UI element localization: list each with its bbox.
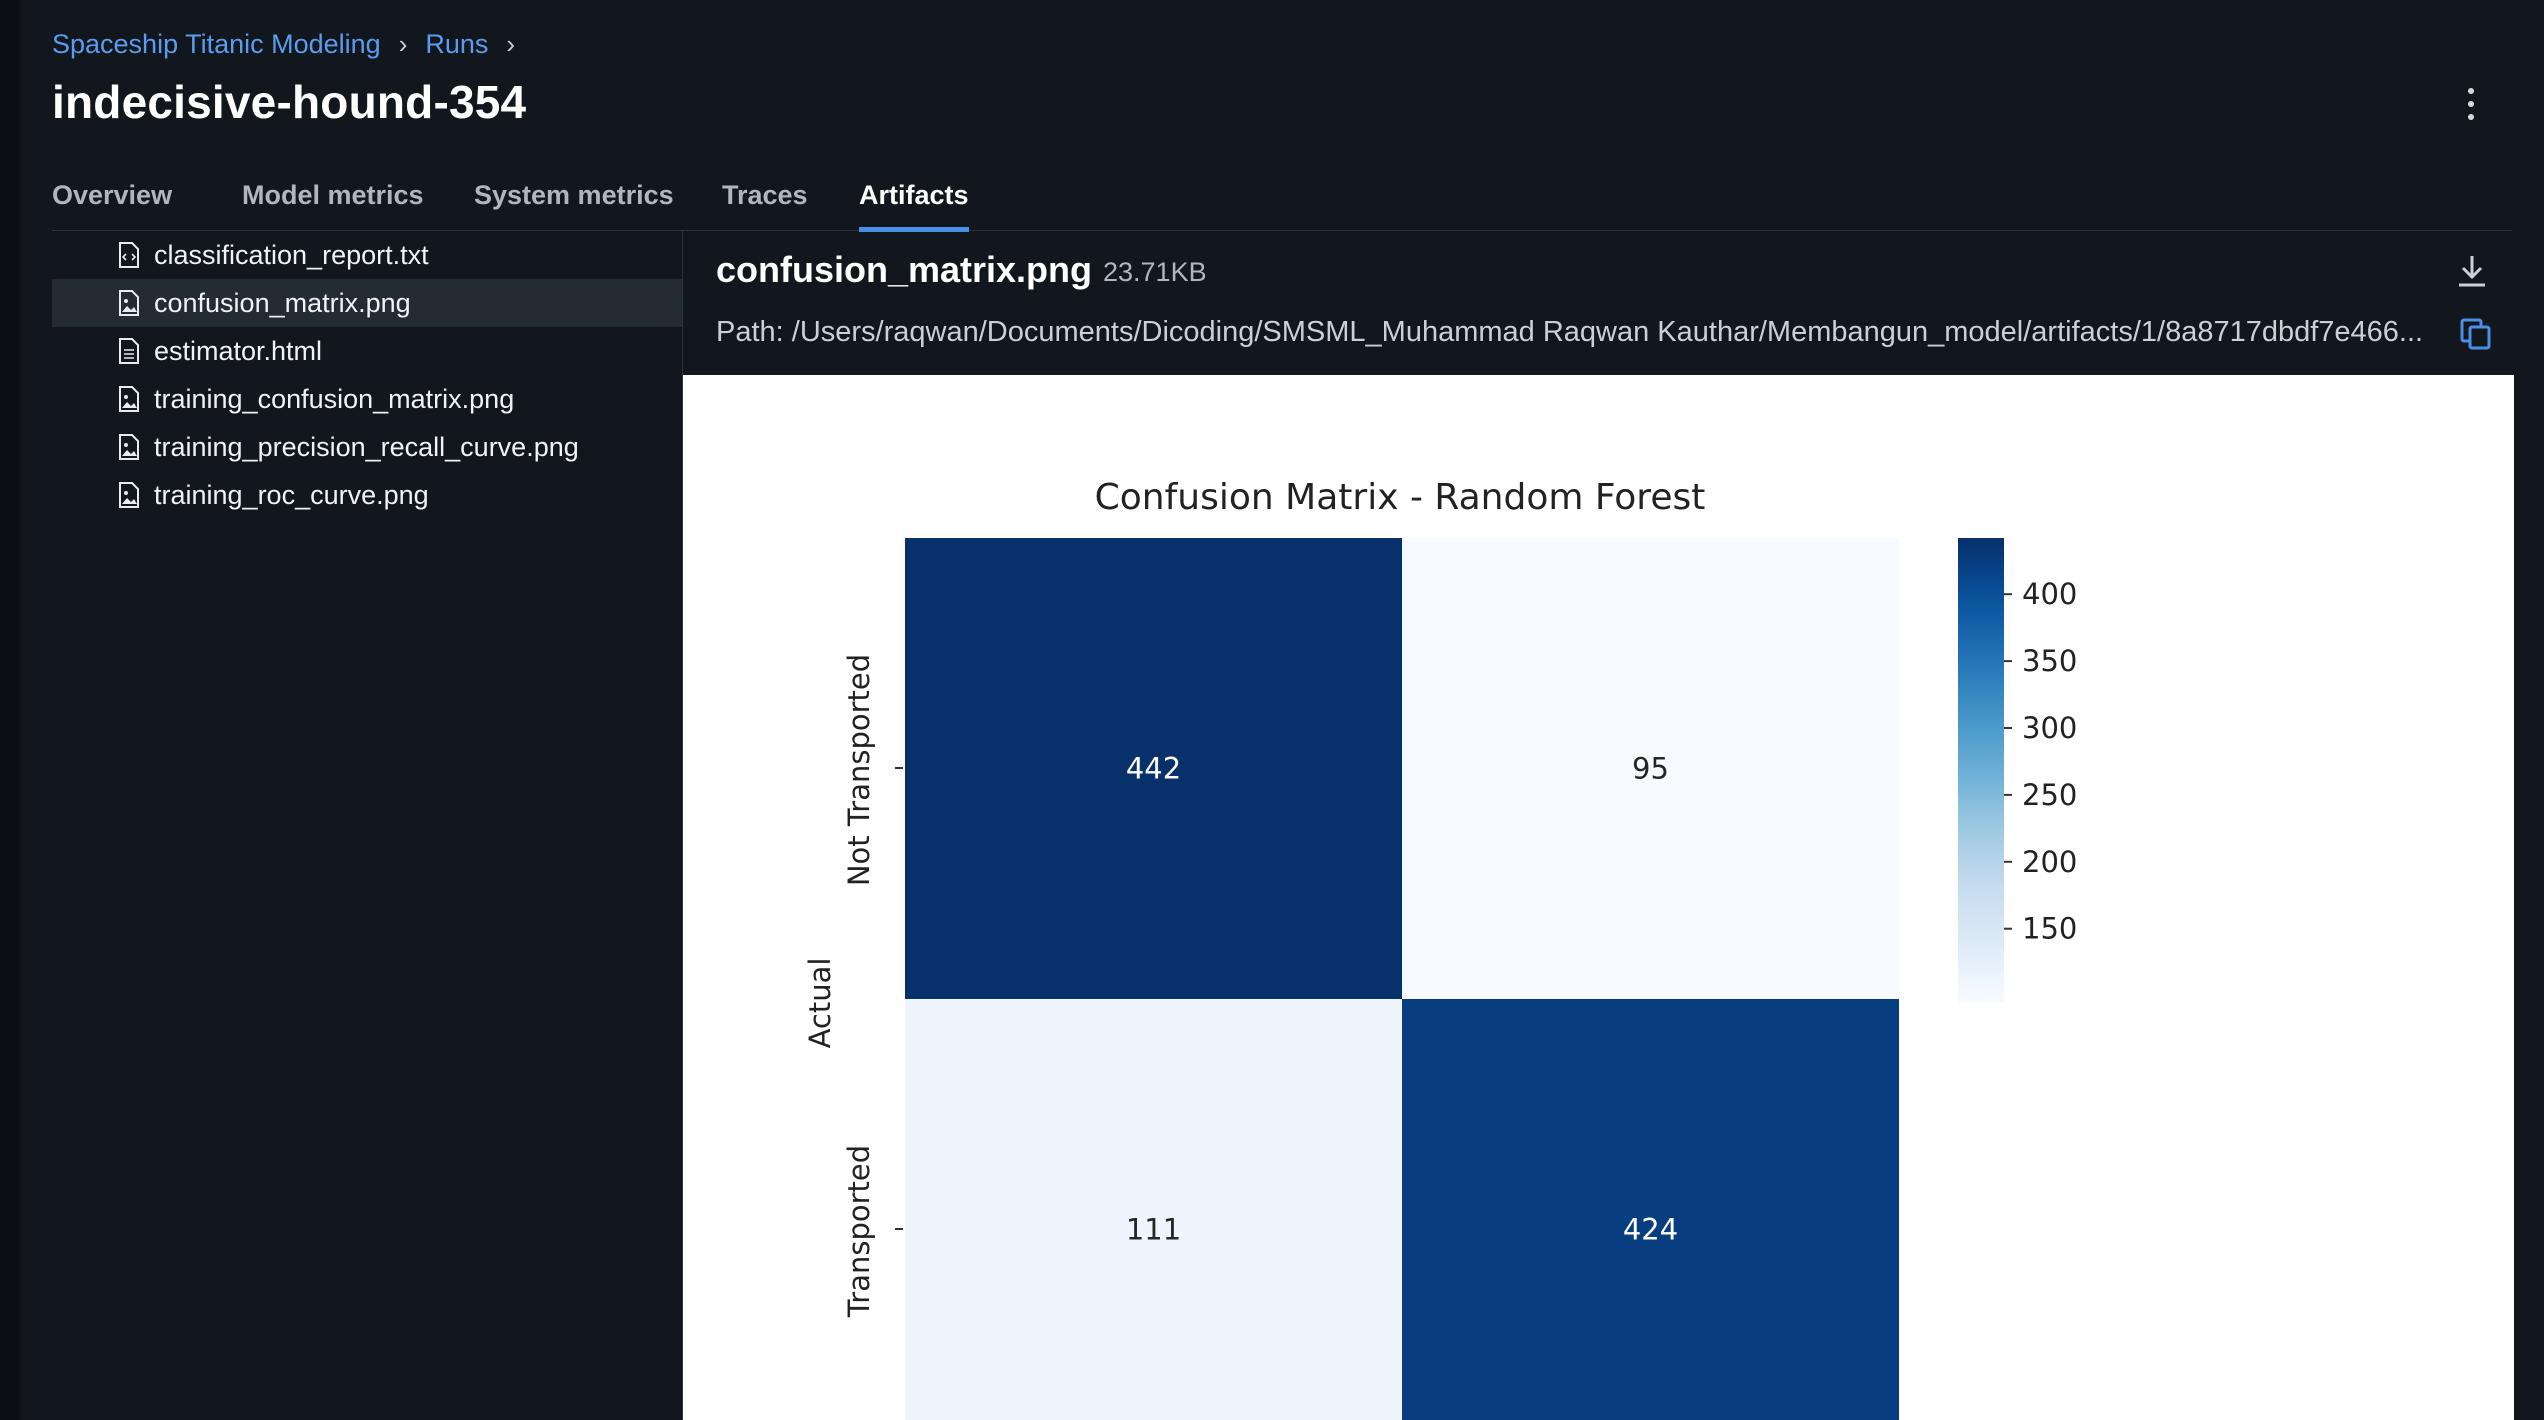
- copy-icon[interactable]: [2459, 317, 2493, 351]
- file-item-training-roc-curve[interactable]: training_roc_curve.png: [52, 471, 682, 519]
- artifact-file-name: confusion_matrix.png: [716, 249, 1093, 290]
- image-file-icon: [119, 482, 139, 508]
- download-icon[interactable]: [2455, 253, 2489, 289]
- file-name: estimator.html: [154, 335, 323, 366]
- breadcrumb-experiment-link[interactable]: Spaceship Titanic Modeling: [52, 29, 381, 60]
- file-item-confusion-matrix[interactable]: confusion_matrix.png: [52, 279, 682, 327]
- file-item-classification-report[interactable]: classification_report.txt: [52, 231, 682, 279]
- cell-value-label: 424: [1623, 1213, 1678, 1247]
- file-name: confusion_matrix.png: [154, 287, 411, 318]
- y-axis-label: Actual: [803, 958, 837, 1049]
- image-preview: Confusion Matrix - Random Forest Actual …: [683, 375, 2514, 1420]
- colorbar-tick-label: 400: [2022, 577, 2077, 611]
- tab-bar: Overview Model metrics System metrics Tr…: [52, 170, 2512, 232]
- file-item-training-confusion-matrix[interactable]: training_confusion_matrix.png: [52, 375, 682, 423]
- file-item-estimator[interactable]: estimator.html: [52, 327, 682, 375]
- heatmap-cell: [905, 999, 1402, 1420]
- file-name: training_roc_curve.png: [154, 479, 429, 510]
- app-window: Spaceship Titanic Modeling › Runs › inde…: [20, 0, 2544, 1420]
- cell-value-label: 442: [1126, 752, 1181, 786]
- tab-traces[interactable]: Traces: [722, 180, 808, 227]
- colorbar-tick-label: 150: [2022, 912, 2077, 946]
- file-name: training_precision_recall_curve.png: [154, 431, 579, 462]
- row-label-transported: Transported: [842, 1145, 876, 1318]
- confusion-matrix-chart: Confusion Matrix - Random Forest Actual …: [803, 477, 2077, 1420]
- colorbar-tick-label: 200: [2022, 845, 2077, 879]
- more-options-icon[interactable]: [2456, 84, 2486, 124]
- artifact-path: Path: /Users/raqwan/Documents/Dicoding/S…: [716, 316, 2424, 348]
- breadcrumb-runs-link[interactable]: Runs: [425, 29, 488, 60]
- chevron-right-icon: ›: [398, 28, 408, 59]
- colorbar-gradient: [1958, 538, 2004, 1003]
- colorbar: 400 350 300 250 200 150: [1958, 538, 2077, 1003]
- colorbar-tick-label: 300: [2022, 711, 2077, 745]
- colorbar-tick-label: 250: [2022, 778, 2077, 812]
- row-label-not-transported: Not Transported: [842, 654, 876, 886]
- tab-artifacts[interactable]: Artifacts: [859, 180, 969, 232]
- colorbar-tick-label: 350: [2022, 644, 2077, 678]
- heatmap-cells: 442 95 111 424: [905, 538, 1899, 1420]
- tab-system-metrics[interactable]: System metrics: [474, 180, 674, 227]
- artifact-file-size: 23.71KB: [1103, 257, 1207, 287]
- page-title: indecisive-hound-354: [52, 76, 527, 128]
- artifact-file-tree: classification_report.txt confusion_matr…: [52, 231, 683, 1420]
- file-name: classification_report.txt: [154, 239, 429, 270]
- tab-model-metrics[interactable]: Model metrics: [242, 180, 424, 227]
- image-file-icon: [119, 434, 139, 460]
- image-file-icon: [119, 386, 139, 412]
- cell-value-label: 111: [1126, 1213, 1181, 1247]
- cell-value-label: 95: [1632, 752, 1669, 786]
- file-name: training_confusion_matrix.png: [154, 383, 515, 414]
- breadcrumb: Spaceship Titanic Modeling › Runs ›: [52, 26, 533, 62]
- artifact-viewer: confusion_matrix.png 23.71KB Path: /User…: [683, 231, 2514, 1420]
- chart-title: Confusion Matrix - Random Forest: [1095, 477, 1706, 518]
- file-item-training-precision-recall-curve[interactable]: training_precision_recall_curve.png: [52, 423, 682, 471]
- heatmap-cell: [1402, 999, 1899, 1420]
- image-file-icon: [119, 290, 139, 316]
- tab-overview[interactable]: Overview: [52, 180, 172, 227]
- text-file-icon: [119, 338, 139, 364]
- chevron-right-icon: ›: [506, 28, 516, 59]
- code-file-icon: [119, 242, 139, 268]
